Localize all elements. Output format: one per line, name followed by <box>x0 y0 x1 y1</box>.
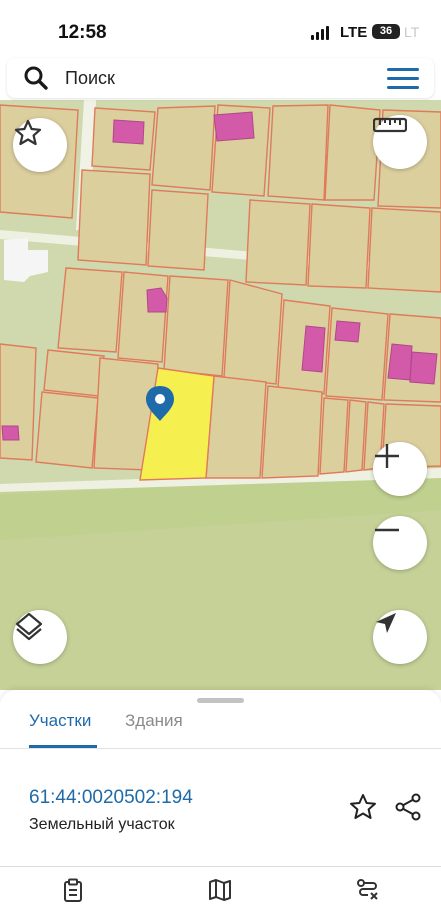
map-icon[interactable] <box>208 878 232 902</box>
tab-parcels[interactable]: Участки <box>29 711 91 731</box>
star-icon <box>14 119 42 146</box>
map-view[interactable] <box>0 100 441 690</box>
status-ghost-text: LT <box>404 24 420 40</box>
star-icon[interactable] <box>348 792 378 822</box>
layers-icon <box>15 612 43 641</box>
network-label: LTE <box>340 24 368 41</box>
parcel-type: Земельный участок <box>29 816 175 833</box>
my-location-button[interactable] <box>373 610 427 664</box>
layers-button[interactable] <box>13 610 67 664</box>
tab-buildings[interactable]: Здания <box>125 711 183 731</box>
ruler-icon <box>373 117 407 133</box>
cadastral-map[interactable] <box>0 100 441 690</box>
signal-icon <box>311 26 331 40</box>
sheet-handle[interactable] <box>197 698 244 703</box>
cadastral-number-link[interactable]: 61:44:0020502:194 <box>29 787 193 809</box>
navigation-arrow-icon <box>376 613 396 633</box>
search-icon[interactable] <box>23 65 49 91</box>
route-icon[interactable] <box>356 878 380 902</box>
status-time: 12:58 <box>58 22 107 43</box>
zoom-in-button[interactable] <box>373 442 427 496</box>
minus-icon <box>375 528 399 532</box>
search-input[interactable]: Поиск <box>65 68 115 89</box>
zoom-out-button[interactable] <box>373 516 427 570</box>
search-bar[interactable]: Поиск <box>7 58 434 98</box>
app-screen: 12:58 LTE 36 LT Поиск Участки Здания 61:… <box>0 0 441 910</box>
plus-icon <box>375 444 399 468</box>
bottom-nav-divider <box>0 866 441 867</box>
status-bar: 12:58 LTE 36 LT <box>0 0 441 58</box>
measure-button[interactable] <box>373 115 427 169</box>
tabs-divider <box>0 748 441 749</box>
clipboard-icon[interactable] <box>61 878 85 902</box>
bottom-sheet[interactable]: Участки Здания 61:44:0020502:194 Земельн… <box>0 690 441 910</box>
hamburger-menu-icon[interactable] <box>387 68 419 90</box>
favorite-button[interactable] <box>13 118 67 172</box>
share-icon[interactable] <box>393 792 423 822</box>
battery-icon: 36 <box>372 24 400 39</box>
